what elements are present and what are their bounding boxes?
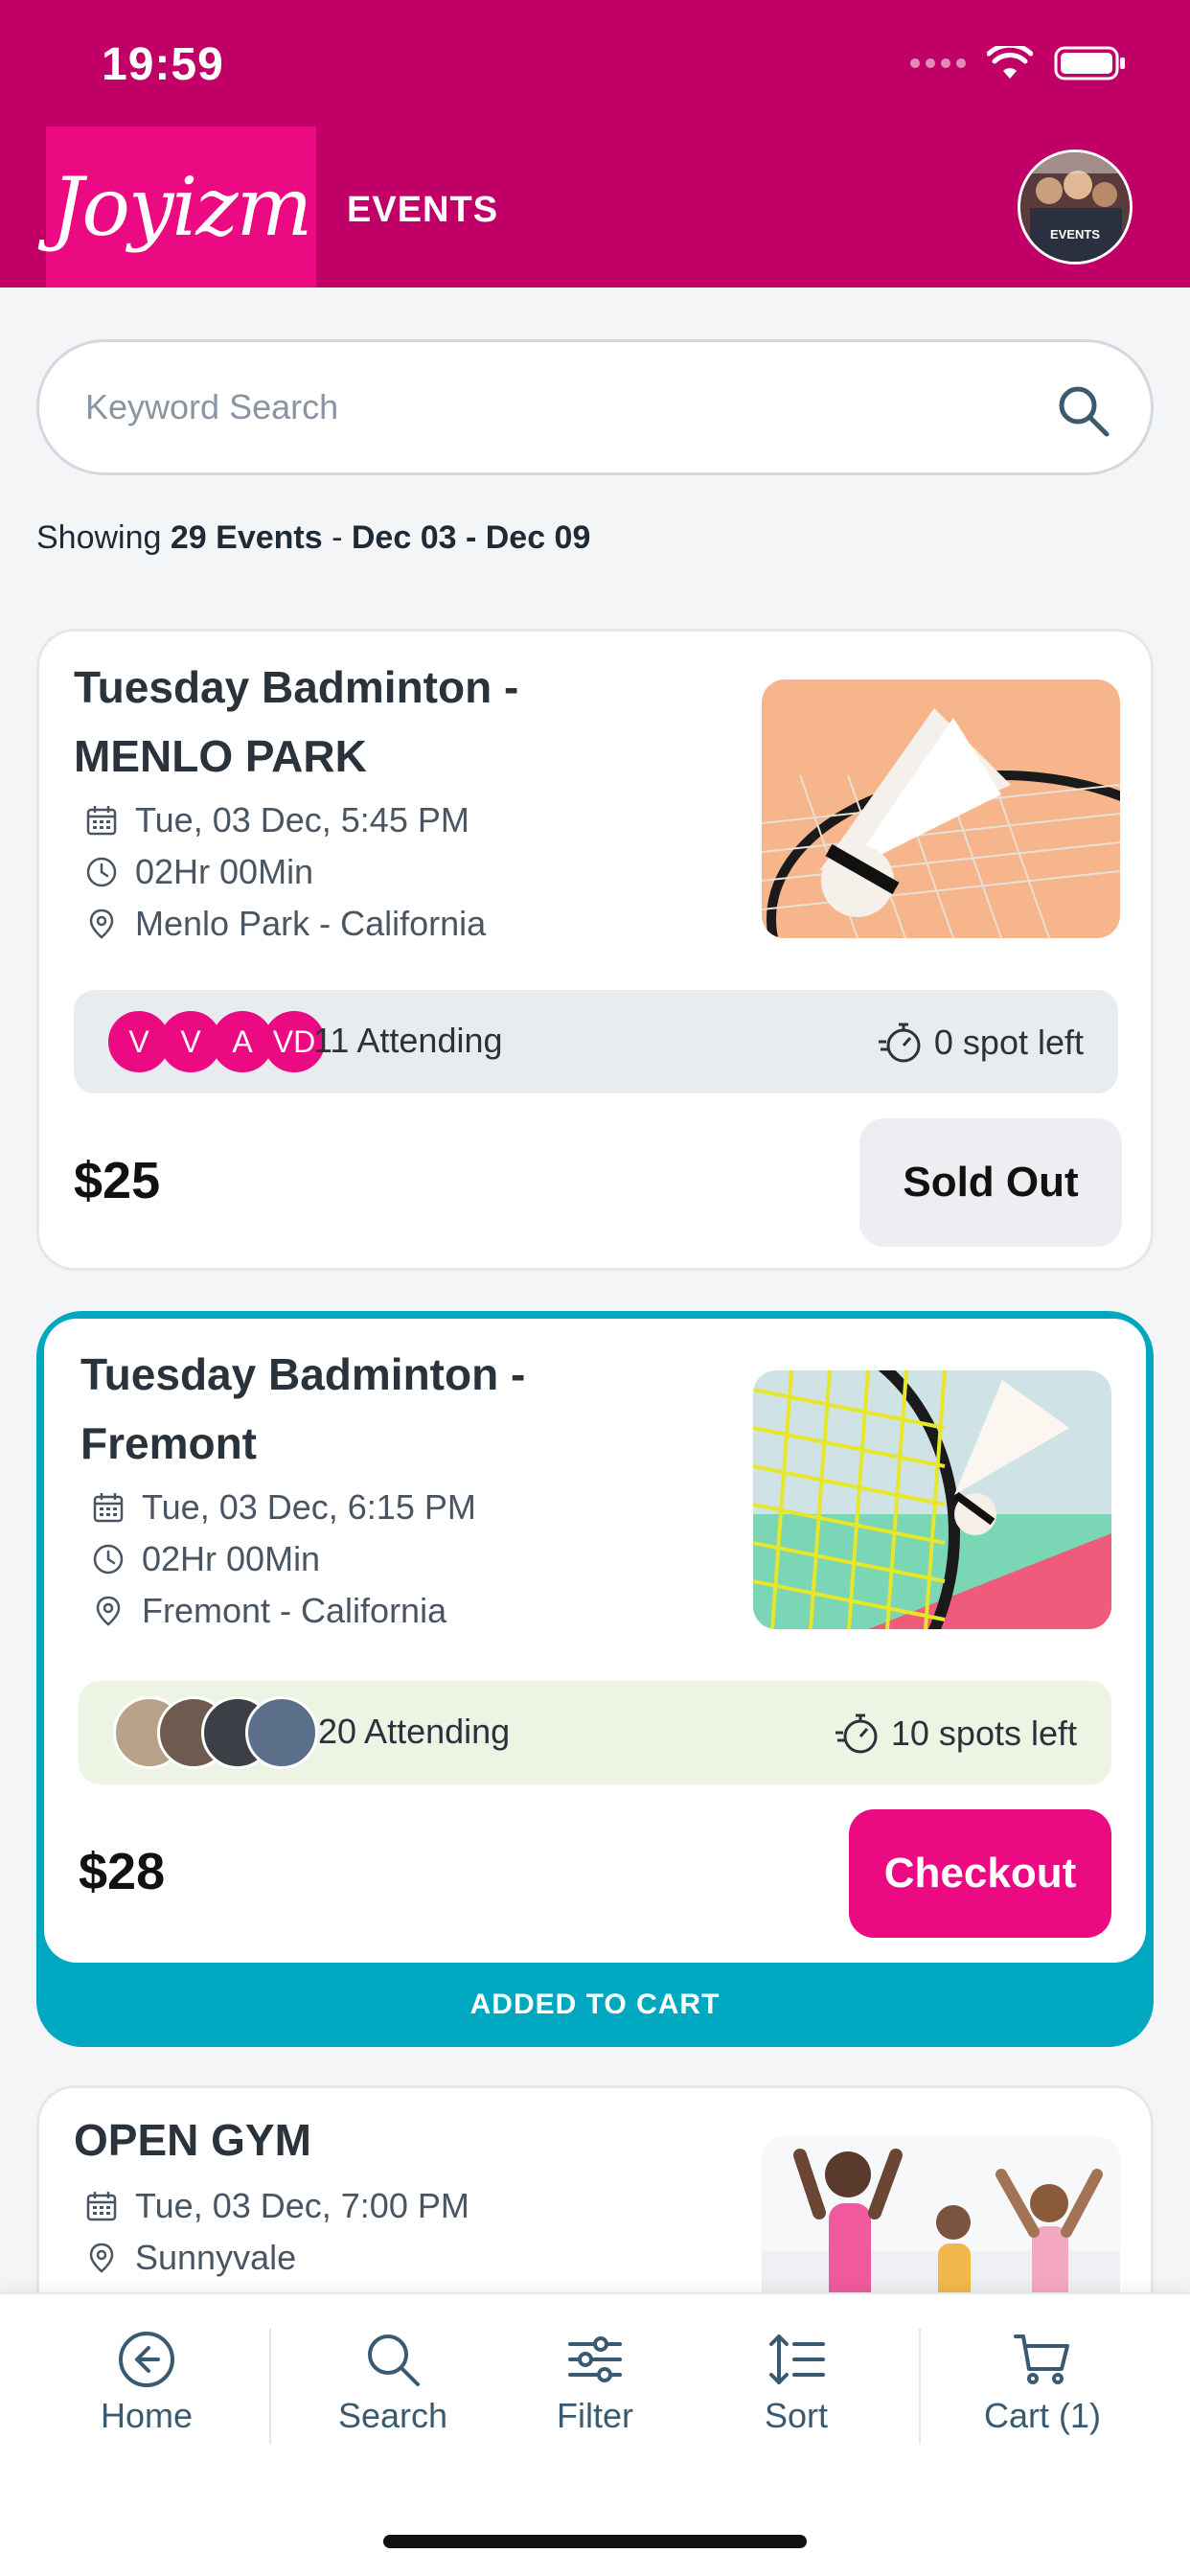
- nav-label: Cart (1): [983, 2396, 1101, 2435]
- attendance-bar[interactable]: V V A VD 11 Attending 0 spot left: [74, 990, 1118, 1093]
- event-title: Tuesday Badminton - Fremont: [80, 1349, 526, 1468]
- location-pin-icon: [89, 2242, 114, 2273]
- bottom-nav: Home Search Filter Sort Cart (1): [0, 2292, 1190, 2576]
- timer-icon: [835, 1714, 878, 1754]
- nav-label: Home: [100, 2396, 194, 2435]
- nav-sort[interactable]: Sort: [700, 2329, 892, 2436]
- clock-icon: [93, 1544, 124, 1575]
- attending-count: 20 Attending: [318, 1712, 511, 1751]
- nav-label: Search: [337, 2396, 448, 2435]
- results-summary: Showing 29 Events - Dec 03 - Dec 09: [36, 519, 590, 557]
- event-duration: 02Hr 00Min: [92, 1539, 320, 1579]
- status-icons: [910, 46, 1127, 80]
- event-price: $28: [79, 1843, 166, 1900]
- event-price: $25: [74, 1152, 161, 1209]
- search-input[interactable]: [85, 377, 948, 438]
- event-image-racket[interactable]: [753, 1370, 1111, 1629]
- page-title: EVENTS: [347, 190, 499, 230]
- location-pin-icon: [96, 1596, 121, 1626]
- event-title: OPEN GYM: [74, 2115, 311, 2165]
- home-indicator[interactable]: [383, 2535, 807, 2548]
- sliders-icon: [568, 2336, 622, 2382]
- battery-icon: [1054, 46, 1125, 80]
- event-date: Tue, 03 Dec, 6:15 PM: [92, 1487, 476, 1528]
- event-date: Tue, 03 Dec, 7:00 PM: [85, 2186, 469, 2226]
- app-header: 19:59 Joyizm EVENTS EVENTS: [0, 0, 1190, 288]
- location-pin-icon: [89, 908, 114, 939]
- calendar-icon: [86, 806, 117, 836]
- attending-count: 11 Attending: [313, 1021, 503, 1060]
- search-bar: [36, 339, 1154, 475]
- avatar-caption: EVENTS: [1050, 227, 1100, 242]
- attendee-avatars: V V A VD: [108, 1011, 325, 1072]
- clock-icon: [86, 857, 117, 887]
- summary-separator: -: [332, 519, 343, 556]
- status-time: 19:59: [102, 39, 224, 90]
- attendee-avatar: [245, 1696, 318, 1769]
- calendar-icon: [86, 2192, 117, 2221]
- logo-text: Joyizm: [51, 160, 312, 254]
- spots-left: 10 spots left: [834, 1710, 1077, 1758]
- checkout-button[interactable]: Checkout: [849, 1809, 1111, 1938]
- summary-prefix: Showing: [36, 519, 162, 556]
- added-to-cart-banner: ADDED TO CART: [469, 1989, 721, 2020]
- nav-home[interactable]: Home: [51, 2329, 242, 2436]
- event-image-shuttlecock[interactable]: [762, 679, 1120, 938]
- nav-cart[interactable]: Cart (1): [947, 2329, 1138, 2436]
- profile-avatar[interactable]: EVENTS: [1018, 150, 1133, 264]
- nav-filter[interactable]: Filter: [499, 2329, 691, 2436]
- attendance-bar[interactable]: 20 Attending 10 spots left: [79, 1681, 1111, 1784]
- search-icon: [368, 2334, 420, 2386]
- date-range: Dec 03 - Dec 09: [351, 519, 591, 556]
- event-card[interactable]: Tuesday Badminton - Fremont Tue, 03 Dec,…: [44, 1319, 1146, 1963]
- nav-divider: [919, 2329, 921, 2444]
- app: 19:59 Joyizm EVENTS EVENTS Keyword Searc…: [0, 0, 1190, 2576]
- event-date: Tue, 03 Dec, 5:45 PM: [85, 800, 469, 840]
- event-location: Fremont - California: [92, 1591, 446, 1631]
- cart-icon: [1014, 2334, 1069, 2384]
- sort-icon: [769, 2334, 825, 2384]
- search-icon[interactable]: [1055, 382, 1112, 440]
- sold-out-button[interactable]: Sold Out: [859, 1118, 1122, 1247]
- attendee-avatars: [113, 1696, 318, 1769]
- event-location: Sunnyvale: [85, 2238, 296, 2278]
- calendar-icon: [93, 1493, 124, 1523]
- event-duration: 02Hr 00Min: [85, 852, 313, 892]
- arrow-left-circle-icon: [119, 2332, 174, 2387]
- event-card[interactable]: Tuesday Badminton - MENLO PARK Tue, 03 D…: [36, 629, 1154, 1271]
- event-count: 29 Events: [170, 519, 323, 556]
- spots-left: 0 spot left: [877, 1019, 1084, 1067]
- joyizm-logo[interactable]: Joyizm: [46, 126, 316, 288]
- nav-search[interactable]: Search: [297, 2329, 489, 2436]
- signal-icon: [910, 58, 966, 68]
- nav-label: Filter: [557, 2396, 633, 2435]
- nav-label: Sort: [764, 2396, 829, 2435]
- event-location: Menlo Park - California: [85, 904, 486, 944]
- event-title: Tuesday Badminton - MENLO PARK: [74, 662, 519, 781]
- nav-divider: [269, 2329, 271, 2444]
- timer-icon: [878, 1023, 921, 1063]
- wifi-icon: [987, 46, 1033, 79]
